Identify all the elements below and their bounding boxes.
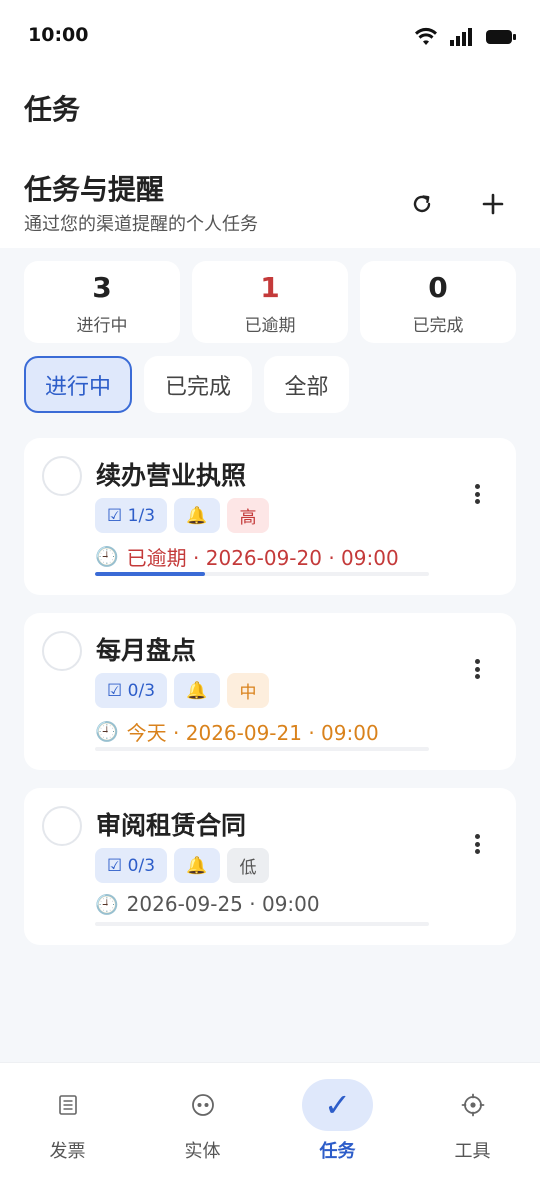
due-date: 🕘 已逾期 · 2026-09-20 · 09:00 (95, 542, 399, 571)
subtask-count-badge: ☑ 1/3 (95, 498, 168, 533)
stat-label: 已完成 (412, 316, 464, 336)
more-options-icon[interactable] (468, 482, 486, 506)
filter-completed[interactable]: 已完成 (144, 356, 252, 413)
filter-in-progress[interactable]: 进行中 (24, 356, 132, 413)
due-text: 2026-09-25 · 09:00 (126, 892, 320, 916)
nav-label: 任务 (319, 1141, 356, 1162)
gear-icon (437, 1079, 508, 1131)
section-subtitle: 通过您的渠道提醒的个人任务 (24, 214, 258, 235)
status-bar: 10:00 (0, 0, 540, 72)
page-title: 任务 (24, 93, 81, 126)
stat-value: 0 (428, 271, 448, 304)
nav-tools[interactable]: 工具 (405, 1063, 540, 1181)
filter-all[interactable]: 全部 (264, 356, 349, 413)
clock-icon: 🕘 (95, 893, 119, 916)
nav-entities[interactable]: 实体 (135, 1063, 270, 1181)
check-icon: ✓ (302, 1079, 373, 1131)
nav-label: 发票 (49, 1141, 86, 1162)
task-card[interactable]: 续办营业执照 ☑ 1/3 🔔 高 🕘 已逾期 · 2026-09-20 · 09… (24, 438, 516, 595)
task-title: 审阅租赁合同 (96, 811, 247, 840)
stats-row: 3 进行中 1 已逾期 0 已完成 (24, 261, 516, 343)
task-title: 续办营业执照 (96, 461, 247, 490)
due-date: 🕘 今天 · 2026-09-21 · 09:00 (95, 717, 379, 746)
task-complete-checkbox[interactable] (42, 806, 82, 846)
task-title: 每月盘点 (96, 636, 197, 665)
section-title: 任务与提醒 (24, 173, 165, 206)
nav-invoices[interactable]: 发票 (0, 1063, 135, 1181)
stat-value: 3 (92, 271, 112, 304)
add-task-button[interactable] (471, 182, 515, 226)
more-options-icon[interactable] (468, 832, 486, 856)
task-card[interactable]: 审阅租赁合同 ☑ 0/3 🔔 低 🕘 2026-09-25 · 09:00 (24, 788, 516, 945)
stat-overdue[interactable]: 1 已逾期 (192, 261, 348, 343)
bottom-nav: 发票 实体 ✓ 任务 工具 (0, 1062, 540, 1181)
stat-completed[interactable]: 0 已完成 (360, 261, 516, 343)
subtask-count-badge: ☑ 0/3 (95, 848, 168, 883)
priority-badge: 高 (227, 498, 270, 533)
priority-badge: 中 (227, 673, 270, 708)
nav-tasks[interactable]: ✓ 任务 (270, 1063, 405, 1181)
task-card[interactable]: 每月盘点 ☑ 0/3 🔔 中 🕘 今天 · 2026-09-21 · 09:00 (24, 613, 516, 770)
status-time: 10:00 (28, 24, 89, 46)
clock-icon: 🕘 (95, 721, 119, 743)
due-date: 🕘 2026-09-25 · 09:00 (95, 892, 320, 916)
stat-label: 已逾期 (244, 316, 296, 336)
bell-icon: 🔔 (174, 848, 221, 883)
stat-value: 1 (260, 271, 280, 304)
progress-fill (95, 572, 206, 576)
nav-label: 实体 (184, 1141, 221, 1162)
clock-icon: 🕘 (95, 546, 119, 568)
task-complete-checkbox[interactable] (42, 631, 82, 671)
subtask-count-badge: ☑ 0/3 (95, 673, 168, 708)
task-progress (95, 922, 429, 926)
refresh-button[interactable] (400, 182, 444, 226)
entity-icon (167, 1079, 238, 1131)
due-text: 已逾期 · 2026-09-20 · 09:00 (126, 546, 399, 570)
plus-icon (482, 193, 504, 215)
task-complete-checkbox[interactable] (42, 456, 82, 496)
task-progress (95, 747, 429, 751)
signal-icon (450, 28, 472, 46)
invoice-icon (32, 1079, 103, 1131)
bell-icon: 🔔 (174, 673, 221, 708)
bell-icon: 🔔 (174, 498, 221, 533)
task-progress (95, 572, 429, 576)
stat-in-progress[interactable]: 3 进行中 (24, 261, 180, 343)
priority-badge: 低 (227, 848, 270, 883)
refresh-icon (413, 195, 431, 213)
stat-label: 进行中 (76, 316, 128, 336)
battery-icon (486, 30, 516, 44)
wifi-icon (415, 27, 437, 45)
nav-label: 工具 (454, 1141, 491, 1162)
more-options-icon[interactable] (468, 657, 486, 681)
due-text: 今天 · 2026-09-21 · 09:00 (126, 721, 379, 745)
